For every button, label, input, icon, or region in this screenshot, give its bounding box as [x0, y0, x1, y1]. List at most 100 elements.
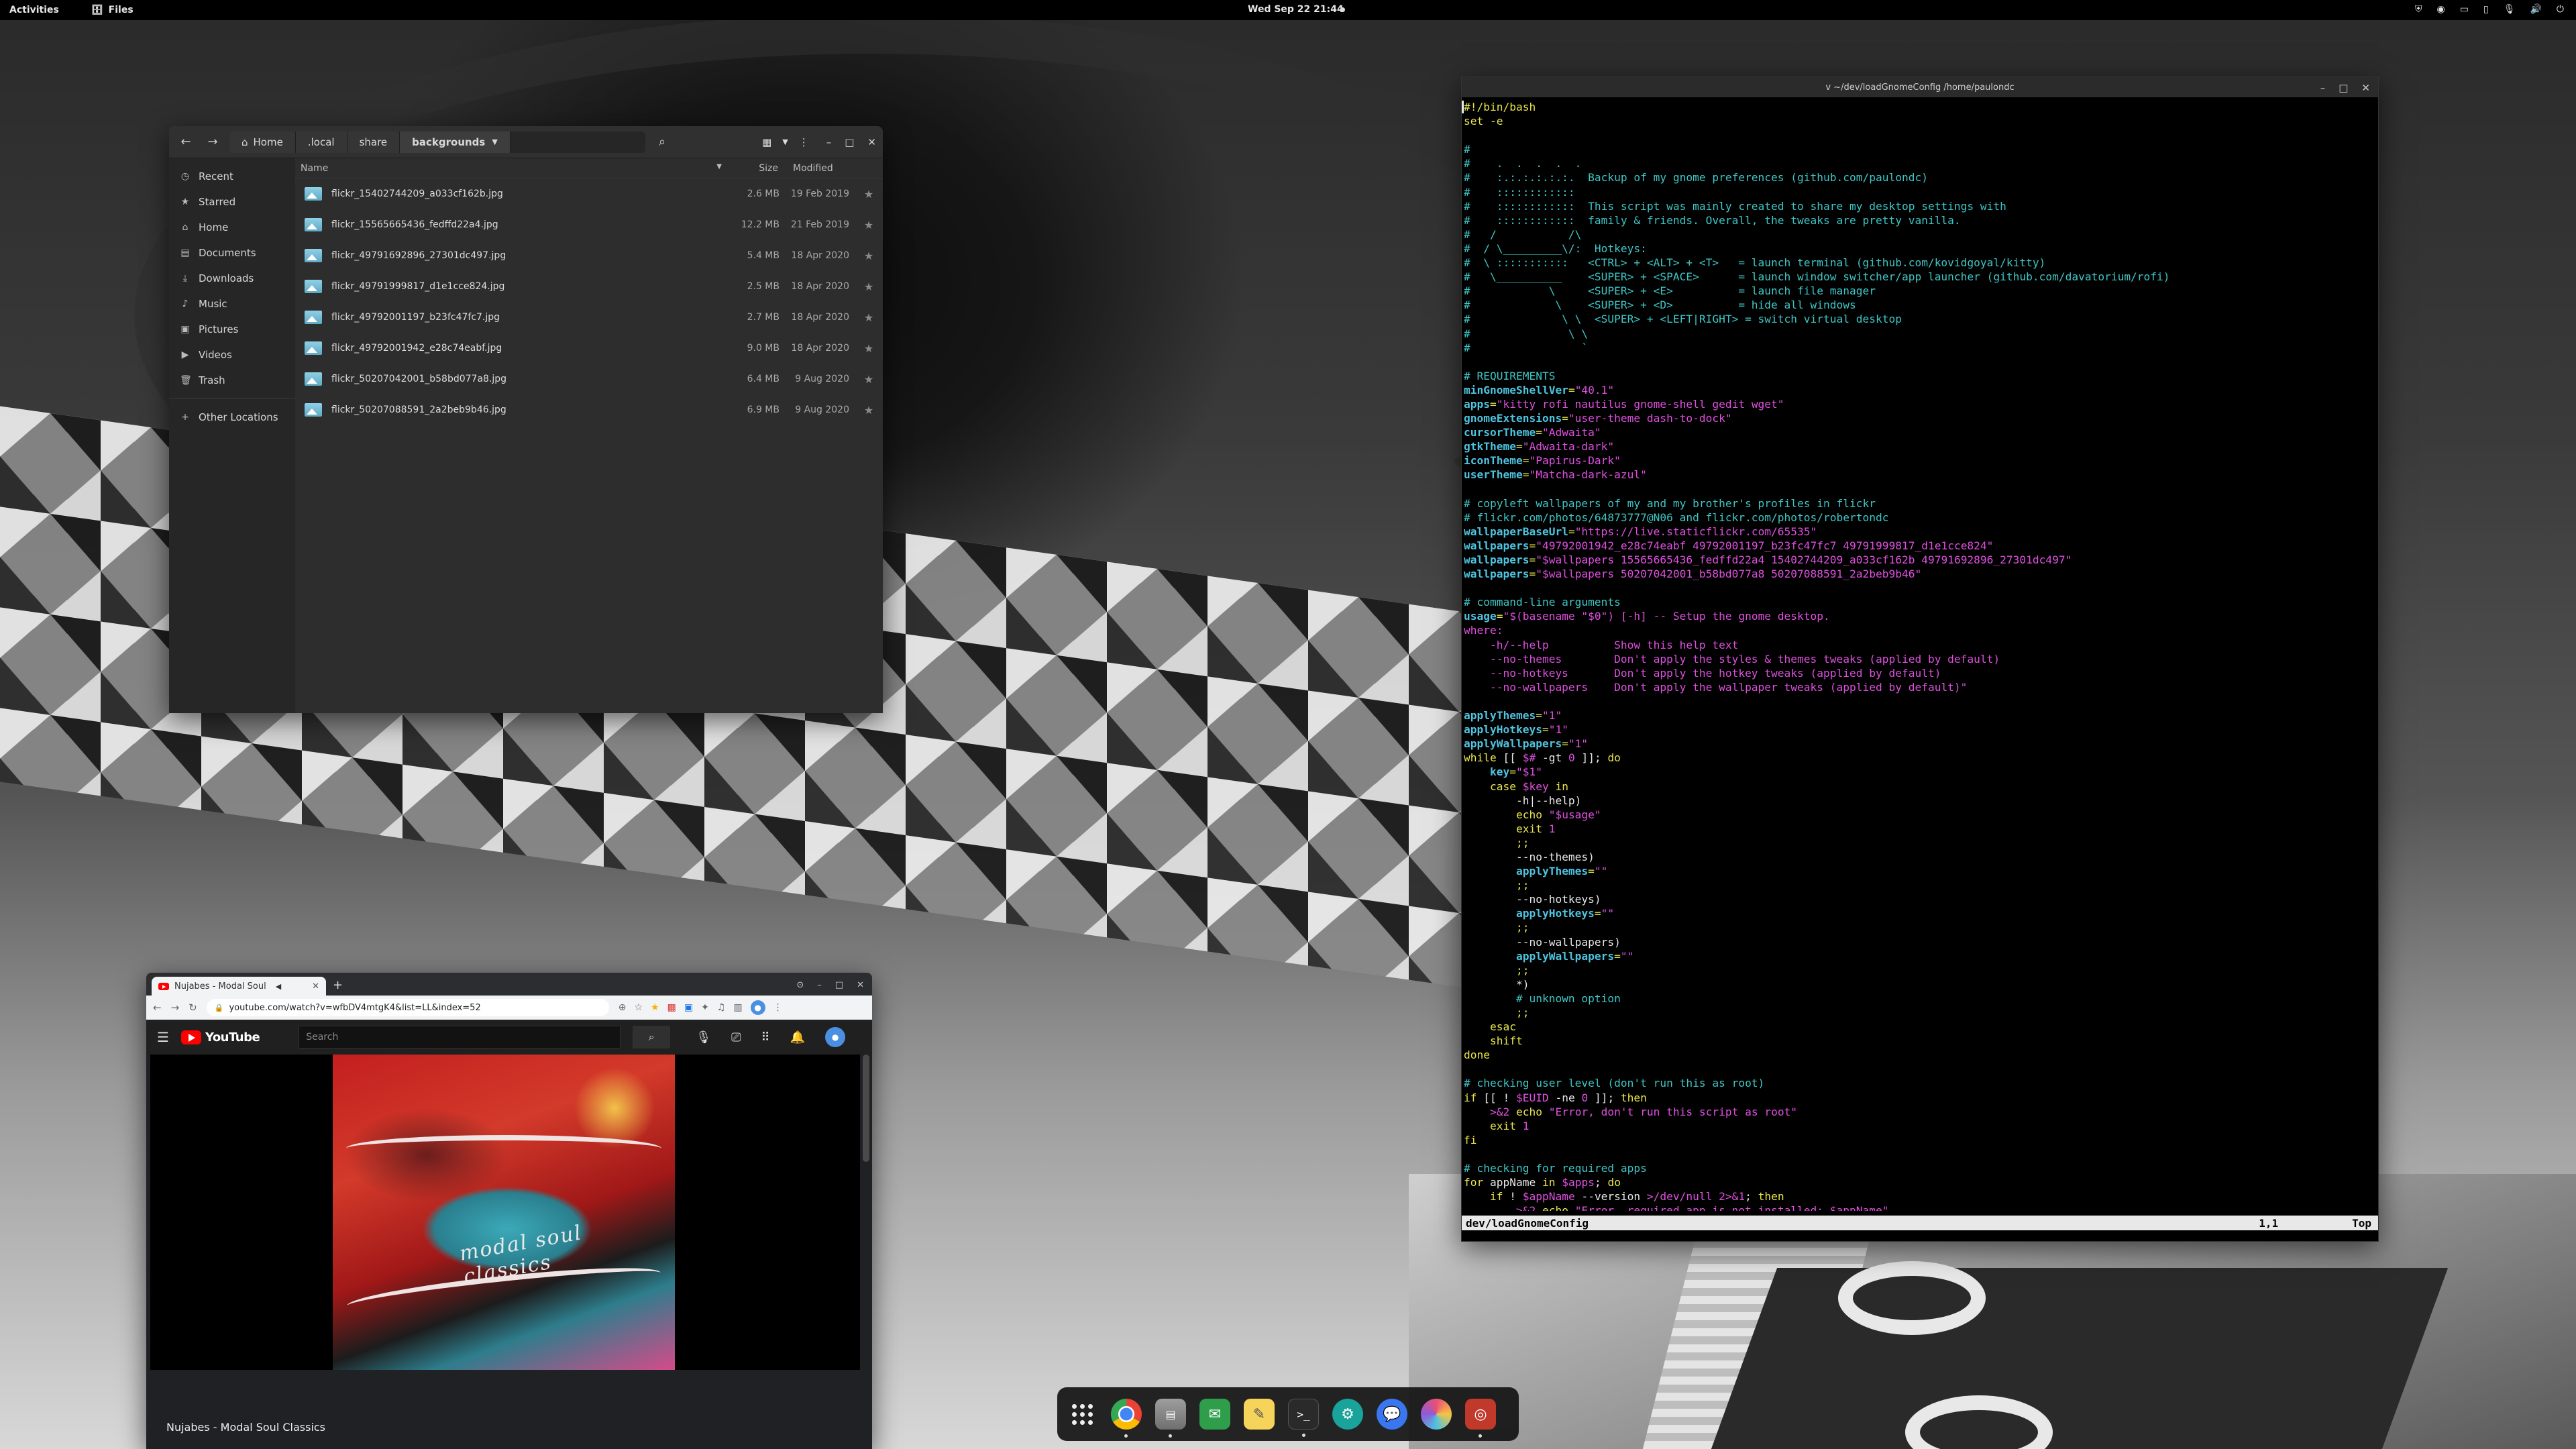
bookmark-star-icon[interactable]: ☆ [634, 1002, 643, 1013]
extension-star-icon[interactable]: ★ [651, 1002, 659, 1013]
extension-puzzle-icon[interactable]: ✦ [701, 1002, 709, 1013]
star-icon[interactable]: ★ [859, 250, 879, 262]
table-row[interactable]: flickr_49792001197_b23fc47fc7.jpg 2.7 MB 1… [295, 302, 883, 333]
maximize-icon[interactable]: □ [2339, 82, 2348, 94]
table-row[interactable]: flickr_49791999817_d1e1cce824.jpg 2.5 MB 1… [295, 271, 883, 302]
close-icon[interactable]: ✕ [867, 136, 876, 148]
sidebar-item-other-locations[interactable]: + Other Locations [169, 405, 295, 430]
app-grid-icon[interactable] [1067, 1399, 1097, 1430]
star-icon[interactable]: ★ [859, 404, 879, 417]
table-row[interactable]: flickr_15565665436_fedffd22a4.jpg 12.2 MB… [295, 209, 883, 240]
sidebar-item-music[interactable]: ♪ Music [169, 291, 295, 317]
star-icon[interactable]: ★ [859, 219, 879, 231]
speaker-icon[interactable]: ◀ [276, 982, 281, 991]
star-icon[interactable]: ★ [859, 188, 879, 201]
display-icon[interactable]: ▭ [2460, 4, 2469, 15]
video-player[interactable]: modal soul classics [150, 1055, 860, 1370]
battery-icon[interactable]: ▯ [2483, 4, 2489, 15]
app-menu[interactable]: 🗄 Files [91, 5, 133, 15]
minimize-icon[interactable]: – [2320, 82, 2326, 94]
notes-icon[interactable]: ✎ [1244, 1399, 1275, 1430]
sidebar-item-videos[interactable]: ▶ Videos [169, 342, 295, 368]
column-modified-header[interactable]: Modified [785, 163, 852, 174]
notifications-bell-icon[interactable]: 🔔 [790, 1030, 805, 1044]
forward-button[interactable]: → [203, 132, 223, 152]
terminal-icon[interactable]: >_ [1288, 1399, 1319, 1437]
maximize-icon[interactable]: □ [845, 136, 854, 148]
new-tab-button[interactable]: + [333, 978, 343, 992]
sidebar-item-home[interactable]: ⌂ Home [169, 215, 295, 240]
page-scrollbar[interactable] [863, 1055, 869, 1162]
signal-icon[interactable]: 💬 [1377, 1399, 1407, 1430]
media-control-icon[interactable]: ♫ [717, 1002, 726, 1013]
table-row[interactable]: flickr_49791692896_27301dc497.jpg 5.4 MB 1… [295, 240, 883, 271]
clock[interactable]: Wed Sep 22 21:44 [1248, 4, 1344, 15]
maximize-icon[interactable]: □ [835, 980, 843, 990]
star-icon[interactable]: ★ [859, 373, 879, 386]
youtube-search-button[interactable]: ⌕ [633, 1026, 671, 1049]
mic-icon[interactable]: 🎙 [696, 1030, 711, 1044]
star-icon[interactable]: ★ [859, 280, 879, 293]
close-icon[interactable]: ✕ [2361, 82, 2370, 94]
column-name-header[interactable]: Name ▼ [295, 163, 731, 174]
tab-youtube[interactable]: Nujabes - Modal Soul ◀ ✕ [152, 977, 326, 996]
search-icon[interactable]: ⌕ [652, 132, 672, 152]
vim-buffer[interactable]: #!/bin/bash set -e # # . . . . . # :.:.:.:.… [1462, 97, 2378, 1211]
minimize-icon[interactable]: – [817, 980, 822, 990]
view-options-chevron-icon[interactable]: ▼ [782, 138, 788, 146]
sidebar-item-recent[interactable]: ◷ Recent [169, 164, 295, 189]
files-icon[interactable]: ▤ [1155, 1399, 1186, 1438]
browser-menu-icon[interactable]: ⋮ [773, 1002, 783, 1013]
reading-list-icon[interactable]: ▥ [733, 1002, 742, 1013]
youtube-search-input[interactable]: Search [299, 1026, 621, 1049]
sidebar-item-pictures[interactable]: ▣ Pictures [169, 317, 295, 342]
breadcrumb-local[interactable]: .local [295, 131, 347, 153]
steam-icon[interactable]: ⚙ [1332, 1399, 1363, 1430]
breadcrumb-share[interactable]: share [347, 131, 400, 153]
table-row[interactable]: flickr_15402744209_a033cf162b.jpg 2.6 MB 1… [295, 178, 883, 209]
chrome-icon[interactable] [1111, 1399, 1142, 1438]
create-video-icon[interactable]: ⎚ [731, 1030, 741, 1044]
youtube-logo[interactable]: YouTube [180, 1030, 260, 1044]
reload-icon[interactable]: ↻ [189, 1002, 197, 1014]
tab-search-icon[interactable]: ⊙ [796, 980, 804, 990]
sidebar-item-trash[interactable]: 🗑 Trash [169, 368, 295, 393]
breadcrumb-backgrounds[interactable]: backgrounds ▼ [400, 131, 511, 153]
menu-kebab-icon[interactable]: ⋮ [799, 136, 809, 148]
column-size-header[interactable]: Size [731, 163, 785, 174]
system-tray[interactable]: ⛨ ◉ ▭ ▯ 🎙 🔊 ⏻ [2415, 4, 2564, 15]
gamepad-icon[interactable]: ◉ [2437, 4, 2445, 15]
view-grid-icon[interactable]: ▦ [762, 136, 771, 148]
hamburger-menu-icon[interactable]: ☰ [157, 1029, 169, 1045]
extension-blue-icon[interactable]: ▣ [684, 1002, 693, 1013]
shield-icon[interactable]: ⛨ [2415, 4, 2422, 15]
sidebar-item-starred[interactable]: ★ Starred [169, 189, 295, 215]
tab-close-icon[interactable]: ✕ [312, 981, 319, 991]
back-button[interactable]: ← [176, 132, 196, 152]
apps-grid-icon[interactable]: ⠿ [761, 1030, 769, 1044]
profile-avatar[interactable]: ● [750, 1000, 765, 1015]
forward-icon[interactable]: → [171, 1002, 180, 1014]
mail-icon[interactable]: ✉ [1199, 1399, 1230, 1430]
close-icon[interactable]: ✕ [857, 980, 864, 990]
youtube-avatar[interactable]: ● [825, 1027, 846, 1047]
ubuntu-screenshot-icon[interactable]: ◎ [1465, 1399, 1496, 1438]
table-row[interactable]: flickr_50207042001_b58bd077a8.jpg 6.4 MB 9… [295, 364, 883, 394]
power-icon[interactable]: ⏻ [2557, 4, 2564, 15]
star-icon[interactable]: ★ [859, 311, 879, 324]
volume-icon[interactable]: 🔊 [2530, 4, 2541, 15]
activities-button[interactable]: Activities [9, 5, 59, 15]
back-icon[interactable]: ← [153, 1002, 162, 1014]
table-row[interactable]: flickr_50207088591_2a2beb9b46.jpg 6.9 MB 9… [295, 394, 883, 425]
breadcrumb-home[interactable]: ⌂ Home [229, 131, 296, 153]
extension-red-icon[interactable]: ▩ [667, 1002, 676, 1013]
install-app-icon[interactable]: ⊕ [619, 1002, 627, 1013]
color-picker-icon[interactable] [1421, 1399, 1452, 1430]
lock-icon[interactable]: 🔒 [215, 1004, 224, 1012]
sidebar-item-downloads[interactable]: ⤓ Downloads [169, 266, 295, 291]
table-row[interactable]: flickr_49792001942_e28c74eabf.jpg 9.0 MB 1… [295, 333, 883, 364]
address-bar[interactable]: 🔒 youtube.com/watch?v=wfbDV4mtgK4&list=L… [206, 999, 609, 1016]
minimize-icon[interactable]: – [826, 136, 832, 148]
star-icon[interactable]: ★ [859, 342, 879, 355]
mic-icon[interactable]: 🎙 [2504, 4, 2516, 15]
